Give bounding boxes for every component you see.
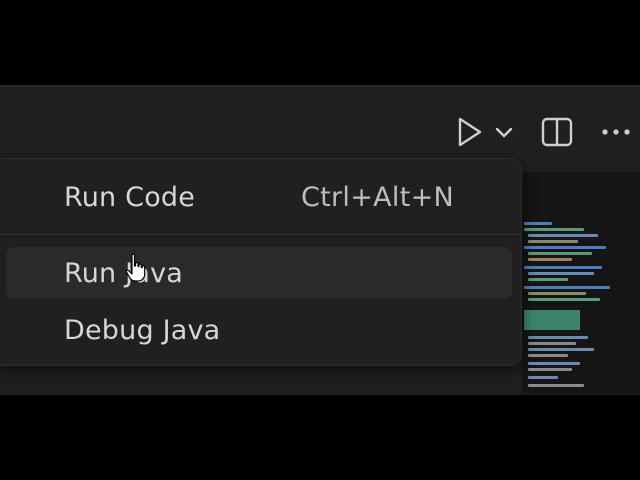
- menu-item-shortcut: Ctrl+Alt+N: [300, 181, 454, 213]
- menu-item-label: Debug Java: [64, 314, 221, 346]
- minimap-line: [528, 240, 578, 243]
- menu-item-label: Run Java: [64, 257, 183, 289]
- minimap-line: [528, 368, 572, 371]
- more-actions-button[interactable]: [596, 113, 636, 151]
- minimap-line: [528, 362, 580, 365]
- menu-item-run-code[interactable]: Run Code Ctrl+Alt+N: [6, 171, 512, 223]
- split-editor-button[interactable]: [536, 113, 578, 151]
- ellipsis-icon: [602, 129, 630, 135]
- minimap-line: [528, 272, 594, 275]
- minimap-line: [524, 222, 552, 225]
- play-icon: [458, 117, 482, 147]
- menu-item-label: Run Code: [64, 181, 196, 213]
- minimap-line: [528, 354, 568, 357]
- chevron-down-icon: [495, 127, 513, 138]
- minimap-highlight: [524, 310, 580, 330]
- minimap-line: [528, 278, 568, 281]
- run-dropdown-menu: Run Code Ctrl+Alt+N Run Java Debug Java: [0, 158, 522, 366]
- run-dropdown-button[interactable]: [490, 117, 518, 147]
- minimap-line: [528, 336, 588, 339]
- minimap-line: [524, 228, 584, 231]
- minimap-line: [528, 258, 572, 261]
- minimap[interactable]: [522, 172, 640, 394]
- minimap-line: [528, 376, 558, 379]
- screenshot-frame: Run Code Ctrl+Alt+N Run Java Debug Java: [0, 0, 640, 480]
- split-editor-icon: [541, 117, 573, 147]
- minimap-line: [524, 266, 602, 269]
- menu-item-debug-java[interactable]: Debug Java: [6, 304, 512, 356]
- minimap-line: [528, 234, 598, 237]
- menu-item-run-java[interactable]: Run Java: [6, 247, 512, 299]
- minimap-line: [528, 298, 600, 301]
- minimap-line: [528, 342, 576, 345]
- run-button[interactable]: [450, 113, 488, 151]
- menu-separator: [0, 234, 521, 235]
- minimap-line: [524, 286, 610, 289]
- minimap-line: [528, 384, 584, 387]
- minimap-line: [528, 252, 592, 255]
- minimap-line: [524, 246, 606, 249]
- minimap-line: [528, 292, 586, 295]
- top-divider: [0, 85, 640, 87]
- editor-title-toolbar: [0, 87, 640, 169]
- minimap-line: [528, 348, 594, 351]
- hand-pointer-cursor-icon: [125, 253, 146, 282]
